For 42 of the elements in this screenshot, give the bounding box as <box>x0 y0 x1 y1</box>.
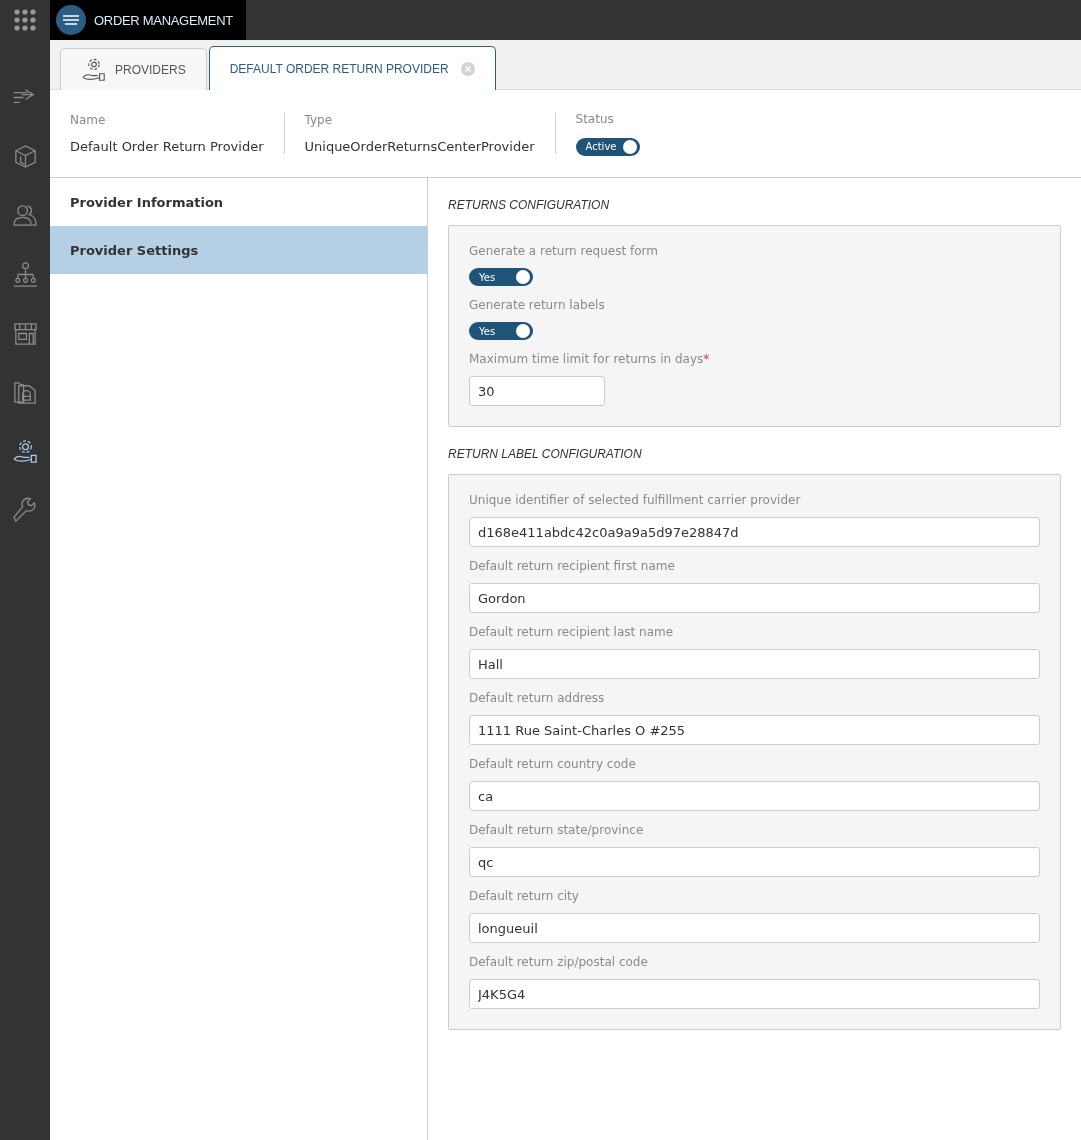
input-field[interactable]: ca <box>469 781 1040 811</box>
input-field[interactable]: Hall <box>469 649 1040 679</box>
field-label: Maximum time limit for returns in days* <box>469 352 711 366</box>
toggle-switch[interactable]: Yes <box>469 322 533 340</box>
input-field[interactable]: qc <box>469 847 1040 877</box>
input-field[interactable]: longueuil <box>469 913 1040 943</box>
field-label: Default return recipient last name <box>469 625 675 639</box>
store-icon[interactable] <box>11 320 39 347</box>
gear-hand-icon <box>81 56 107 83</box>
input-field[interactable]: 1111 Rue Saint-Charles O #255 <box>469 715 1040 745</box>
field-label: Type <box>304 113 334 127</box>
side-menu-item[interactable]: Provider Settings <box>50 226 427 274</box>
status-toggle[interactable]: Active <box>575 137 640 156</box>
field-label: Name <box>70 113 107 127</box>
input-field[interactable]: Gordon <box>469 583 1040 613</box>
input-field[interactable]: J4K5G4 <box>469 979 1040 1009</box>
users-icon[interactable] <box>11 202 39 229</box>
gear-hand-icon[interactable] <box>11 438 39 465</box>
field-value: Default Order Return Provider <box>70 139 264 154</box>
tab[interactable]: DEFAULT ORDER RETURN PROVIDER <box>208 46 496 90</box>
field-label: Default return zip/postal code <box>469 955 649 969</box>
input-field[interactable]: d168e411abdc42c0a9a9a5d97e28847d <box>469 517 1040 547</box>
field-value: UniqueOrderReturnsCenterProvider <box>304 139 535 154</box>
field-label: Status <box>575 111 615 126</box>
org-chart-icon[interactable] <box>11 261 39 288</box>
side-menu-item[interactable]: Provider Information <box>50 178 427 226</box>
field-label: Generate a return request form <box>469 244 659 258</box>
field-label: Unique identifier of selected fulfillment carrier provider <box>469 493 802 507</box>
app-title: ORDER MANAGEMENT <box>94 12 233 28</box>
section-title: RETURN LABEL CONFIGURATION <box>448 447 643 461</box>
tab[interactable]: PROVIDERS <box>60 48 207 90</box>
field-label: Generate return labels <box>469 298 606 312</box>
field-label: Default return address <box>469 691 606 705</box>
menu-icon[interactable] <box>56 5 86 35</box>
section-title: RETURNS CONFIGURATION <box>448 198 611 212</box>
field-label: Default return recipient first name <box>469 559 676 573</box>
field-label: Default return state/province <box>469 823 645 837</box>
input-field[interactable]: 30 <box>469 376 605 406</box>
app-grid-icon[interactable] <box>13 8 37 32</box>
field-label: Default return country code <box>469 757 637 771</box>
toggle-switch[interactable]: Yes <box>469 268 533 286</box>
field-label: Default return city <box>469 889 580 903</box>
